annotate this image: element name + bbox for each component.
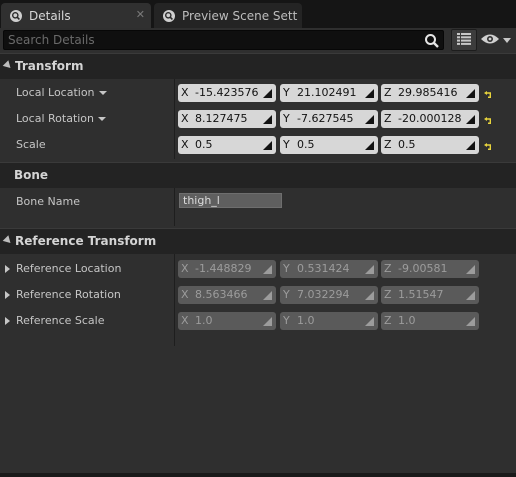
rotation-y-field[interactable]: Y -7.627545 [280,110,378,128]
property-row-local-location: Local Location X -15.423576 Y 21.102491 Z2… [0,80,516,106]
view-options-button[interactable] [451,29,477,51]
category-label: Bone [14,168,49,182]
details-magnifier-icon [162,9,176,23]
details-panel: Search Details Transform Local Location … [0,28,516,475]
drag-handle-icon [466,264,475,274]
bone-name-field[interactable]: thigh_l [179,193,282,208]
search-row: Search Details [0,28,516,52]
location-z-field[interactable]: Z 29.985416 [381,84,479,102]
eye-icon [480,33,500,48]
collapsed-arrow-icon[interactable] [5,265,10,273]
category-label: Reference Transform [15,234,157,248]
drag-handle-icon [263,316,272,326]
property-row-scale: Scale X 0.5 Y 0.5 Z 0.5 [0,132,516,158]
search-placeholder: Search Details [8,33,95,47]
reference-scale-x-field: X 1.0 [178,312,276,330]
location-x-field[interactable]: X -15.423576 [178,84,276,102]
reset-to-default-icon[interactable] [484,89,492,98]
property-row-reference-scale: Reference Scale X 1.0 Y 1.0 Z 1.0 [0,308,516,334]
category-transform[interactable]: Transform [0,53,516,79]
property-label: Reference Rotation [16,288,121,301]
tab-details[interactable]: Details ✕ [1,3,151,28]
reference-location-z-field: Z -9.00581 [381,260,479,278]
property-row-reference-rotation: Reference Rotation X 8.563466 Y 7.032294 Z… [0,282,516,308]
drag-handle-icon[interactable] [466,88,475,98]
property-name-cell: Reference Location [0,256,174,282]
visibility-filter-button[interactable] [480,31,512,49]
reference-location-y-field: Y 0.531424 [280,260,378,278]
reset-to-default-icon[interactable] [484,141,492,150]
drag-handle-icon [263,264,272,274]
collapsed-arrow-icon[interactable] [5,317,10,325]
expanded-arrow-icon [2,235,14,246]
property-row-bone-name: Bone Name thigh_l [0,189,516,215]
property-row-local-rotation: Local Rotation X 8.127475 Y -7.627545 Z -20… [0,106,516,132]
search-icon[interactable] [424,33,440,49]
reference-scale-y-field: Y 1.0 [280,312,378,330]
scale-z-field[interactable]: Z 0.5 [381,136,479,154]
category-reference-transform[interactable]: Reference Transform [0,228,516,254]
chevron-down-icon[interactable] [98,117,107,121]
drag-handle-icon[interactable] [466,140,475,150]
tab-preview-scene-settings[interactable]: Preview Scene Sett [154,3,302,28]
drag-handle-icon[interactable] [263,88,272,98]
drag-handle-icon[interactable] [365,140,374,150]
drag-handle-icon [365,290,374,300]
drag-handle-icon [365,264,374,274]
category-label: Transform [15,59,84,73]
chevron-down-icon[interactable] [98,91,107,95]
property-label: Bone Name [16,195,80,208]
drag-handle-icon[interactable] [263,114,272,124]
drag-handle-icon [466,316,475,326]
property-label: Scale [16,138,46,151]
rotation-x-field[interactable]: X 8.127475 [178,110,276,128]
property-name-cell: Reference Scale [0,308,174,334]
reference-scale-z-field: Z 1.0 [381,312,479,330]
expanded-arrow-icon [2,60,14,71]
drag-handle-icon[interactable] [365,114,374,124]
drag-handle-icon [365,316,374,326]
property-name-cell: Local Location [0,80,174,106]
panel-bottom-border [0,473,516,477]
scale-x-field[interactable]: X 0.5 [178,136,276,154]
scale-y-field[interactable]: Y 0.5 [280,136,378,154]
drag-handle-icon[interactable] [466,114,475,124]
chevron-down-icon [503,37,511,43]
property-name-cell: Scale [0,132,174,158]
drag-handle-icon[interactable] [263,140,272,150]
tab-details-label: Details [29,8,71,23]
reference-rotation-y-field: Y 7.032294 [280,286,378,304]
details-magnifier-icon [9,9,23,23]
property-name-cell: Local Rotation [0,106,174,132]
property-name-cell: Reference Rotation [0,282,174,308]
location-y-field[interactable]: Y 21.102491 [280,84,378,102]
reset-to-default-icon[interactable] [484,115,492,124]
reference-location-x-field: X -1.448829 [178,260,276,278]
collapsed-arrow-icon[interactable] [5,291,10,299]
property-row-reference-location: Reference Location X -1.448829 Y 0.531424 … [0,256,516,282]
property-name-cell: Bone Name [0,189,174,215]
close-icon[interactable]: ✕ [136,8,145,21]
property-label: Reference Scale [16,314,105,327]
drag-handle-icon [466,290,475,300]
property-label[interactable]: Local Rotation [16,112,107,125]
search-input[interactable]: Search Details [3,30,444,50]
tab-preview-label: Preview Scene Sett [182,8,298,23]
category-bone[interactable]: Bone [0,162,516,188]
property-label: Reference Location [16,262,122,275]
rotation-z-field[interactable]: Z -20.000128 [381,110,479,128]
tab-strip: Details ✕ Preview Scene Sett [0,0,516,28]
drag-handle-icon[interactable] [365,88,374,98]
property-label[interactable]: Local Location [16,86,107,99]
drag-handle-icon [263,290,272,300]
reference-rotation-x-field: X 8.563466 [178,286,276,304]
reference-rotation-z-field: Z 1.51547 [381,286,479,304]
list-view-icon [457,32,471,48]
